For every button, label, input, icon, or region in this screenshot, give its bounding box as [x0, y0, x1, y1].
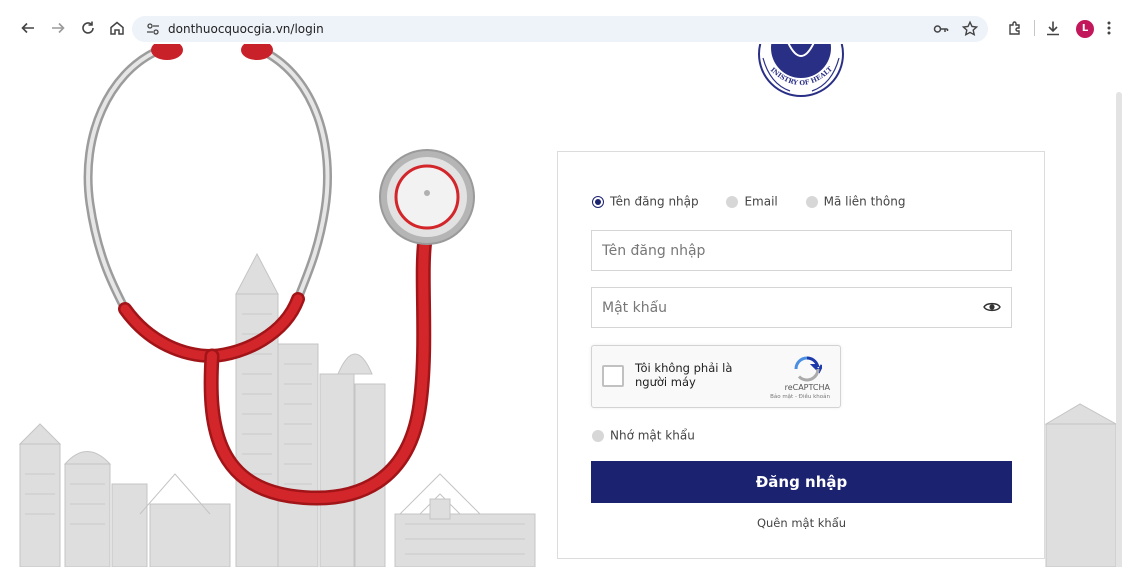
home-icon[interactable] — [108, 19, 126, 37]
recaptcha-widget: Tôi không phải là người máy reCAPTCHA Bả… — [591, 345, 841, 408]
city-sketch-left — [18, 252, 536, 567]
radio-button[interactable] — [726, 195, 739, 208]
forward-icon[interactable] — [49, 19, 67, 37]
password-field — [591, 287, 1012, 328]
username-input[interactable] — [592, 231, 982, 270]
download-icon[interactable] — [1044, 19, 1062, 37]
show-password-eye-icon[interactable] — [983, 300, 1001, 314]
login-button[interactable]: Đăng nhập — [591, 461, 1012, 503]
reload-icon[interactable] — [79, 19, 97, 37]
recaptcha-terms-link[interactable]: Bảo mật - Điều khoản — [770, 394, 830, 400]
login-type-connection-code[interactable]: Mã liên thông — [805, 194, 905, 209]
password-key-icon[interactable] — [932, 20, 950, 38]
toolbar-divider — [1034, 20, 1035, 36]
radio-button-selected[interactable] — [592, 195, 604, 208]
username-field — [591, 230, 1012, 271]
page-scrollbar[interactable] — [1116, 92, 1122, 567]
address-bar[interactable]: donthuocquocgia.vn/login — [132, 16, 988, 42]
extensions-icon[interactable] — [1006, 19, 1024, 37]
radio-button[interactable] — [805, 195, 818, 208]
site-settings-icon[interactable] — [145, 21, 161, 37]
menu-dots-icon[interactable] — [1103, 19, 1115, 37]
back-icon[interactable] — [19, 19, 37, 37]
recaptcha-brand: reCAPTCHA — [784, 383, 830, 392]
password-input[interactable] — [592, 288, 982, 327]
recaptcha-checkbox[interactable] — [602, 365, 624, 387]
login-page: MINISTRY OF HEALTH Tên đăng nhập Email M… — [0, 44, 1122, 567]
login-type-username[interactable]: Tên đăng nhập — [592, 194, 699, 209]
profile-avatar[interactable]: L — [1076, 20, 1094, 38]
city-sketch-right — [1044, 403, 1118, 567]
url-text[interactable]: donthuocquocgia.vn/login — [168, 20, 324, 38]
login-type-email[interactable]: Email — [726, 194, 778, 209]
recaptcha-label: Tôi không phải là người máy — [635, 361, 733, 389]
login-card: Tên đăng nhập Email Mã liên thông Tôi kh… — [557, 151, 1045, 559]
remember-radio[interactable] — [592, 429, 604, 442]
recaptcha-logo-icon — [794, 356, 822, 382]
forgot-password-link[interactable]: Quên mật khẩu — [591, 516, 1012, 530]
remember-password-option[interactable]: Nhớ mật khẩu — [592, 428, 695, 443]
bookmark-star-icon[interactable] — [961, 20, 979, 38]
login-type-group: Tên đăng nhập Email Mã liên thông — [592, 194, 929, 212]
